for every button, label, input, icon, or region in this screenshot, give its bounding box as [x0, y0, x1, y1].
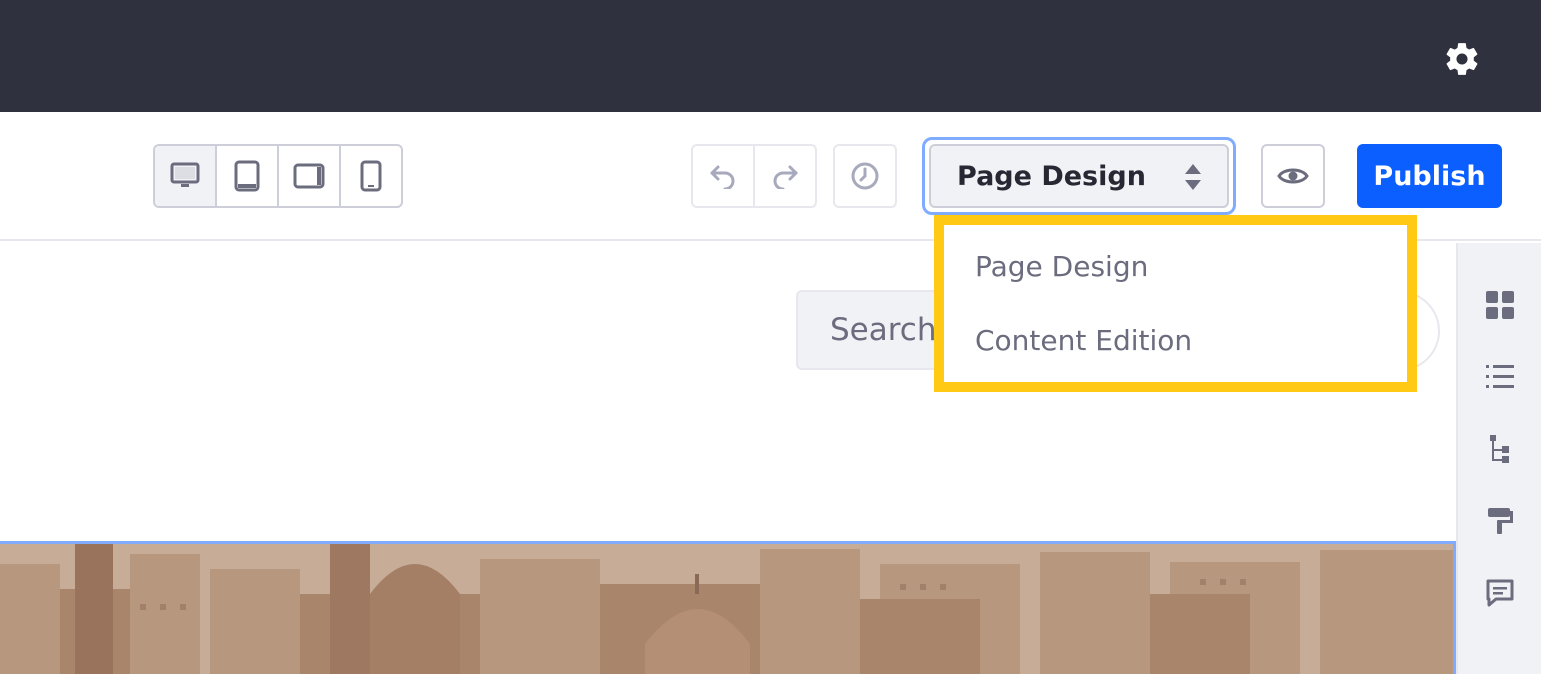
desktop-icon: [170, 162, 200, 187]
publish-button[interactable]: Publish: [1357, 144, 1502, 208]
dropdown-item-content-edition[interactable]: Content Edition: [975, 324, 1192, 357]
fragments-icon[interactable]: [1484, 289, 1516, 321]
redo-icon: [773, 165, 798, 189]
undo-icon: [710, 165, 735, 189]
mode-select[interactable]: Page Design: [929, 144, 1229, 208]
dropdown-item-page-design[interactable]: Page Design: [975, 250, 1148, 283]
desktop-view-button[interactable]: [155, 146, 217, 206]
redo-button[interactable]: [755, 146, 815, 206]
list-icon[interactable]: [1484, 361, 1516, 393]
paint-roller-icon[interactable]: [1484, 505, 1516, 537]
clock-icon: [851, 162, 879, 190]
right-sidebar: [1456, 243, 1541, 674]
mode-select-value: Page Design: [957, 160, 1146, 192]
caret-double-icon: [1185, 164, 1201, 190]
history-button[interactable]: [833, 144, 897, 208]
undo-redo-group: [691, 144, 817, 208]
tree-icon[interactable]: [1484, 433, 1516, 465]
top-bar: [0, 0, 1541, 112]
eye-icon: [1277, 168, 1309, 184]
device-switcher: [153, 144, 403, 208]
preview-button[interactable]: [1261, 144, 1325, 208]
landscape-view-button[interactable]: [279, 146, 341, 206]
city-image: [0, 541, 1456, 674]
tablet-icon: [234, 160, 260, 192]
undo-button[interactable]: [693, 146, 755, 206]
gear-icon[interactable]: [1443, 40, 1481, 78]
tablet-view-button[interactable]: [217, 146, 279, 206]
tablet-landscape-icon: [293, 163, 325, 189]
mobile-view-button[interactable]: [341, 146, 401, 206]
mobile-icon: [360, 160, 382, 192]
mode-dropdown-menu: [934, 215, 1417, 392]
comment-icon[interactable]: [1484, 577, 1516, 609]
